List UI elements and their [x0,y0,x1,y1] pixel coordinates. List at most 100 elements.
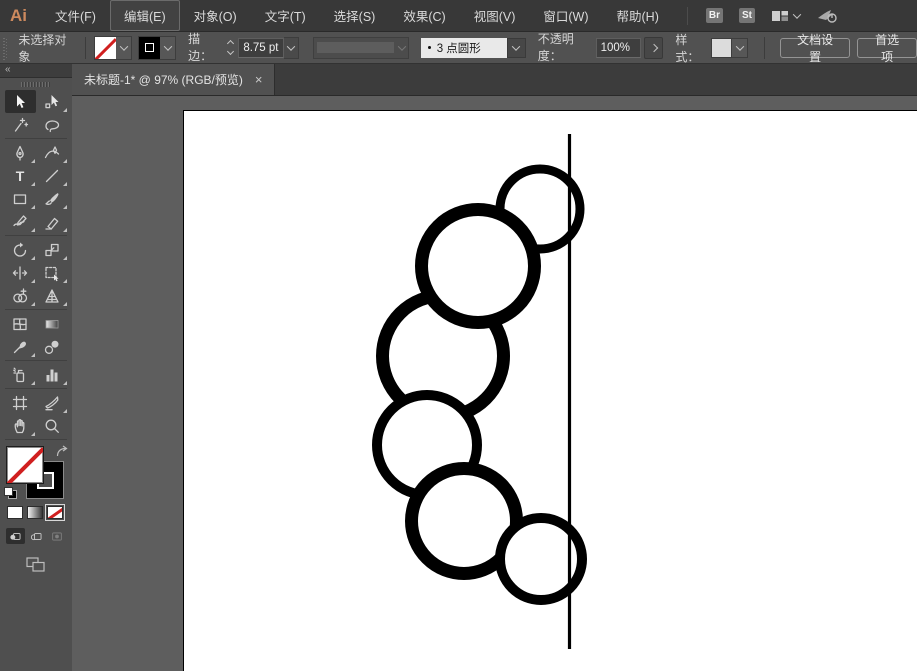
magic-wand-tool[interactable] [5,113,36,136]
hand-tool-icon [11,417,29,435]
scale-tool[interactable] [37,238,68,261]
free-transform-tool[interactable] [37,261,68,284]
flyout-indicator [31,353,35,357]
gradient-tool[interactable] [37,312,68,335]
screen-mode-button[interactable] [0,546,72,583]
close-tab-icon[interactable]: × [255,73,263,86]
column-graph-tool[interactable] [37,363,68,386]
pen-tool[interactable] [5,141,36,164]
graphic-style-dropdown[interactable] [711,38,748,58]
scale-tool-icon [43,241,61,259]
toolpanel-divider [5,235,67,236]
controlbar-divider [85,37,86,59]
shape-builder-tool[interactable] [5,284,36,307]
toolpanel-collapse-button[interactable]: « [0,64,72,78]
menu-items: 文件(F)编辑(E)对象(O)文字(T)选择(S)效果(C)视图(V)窗口(W)… [41,0,673,31]
fill-color-well[interactable] [6,446,44,484]
slice-tool[interactable] [37,391,68,414]
shaper-tool[interactable] [5,210,36,233]
menu-edit[interactable]: 编辑(E) [110,0,180,31]
blend-tool[interactable] [37,335,68,358]
workspace-layout-icon [771,9,789,23]
curvature-tool[interactable] [37,141,68,164]
width-tool[interactable] [5,261,36,284]
artwork-circle-3[interactable] [422,210,535,323]
eyedropper-tool[interactable] [5,335,36,358]
stroke-weight-input[interactable]: 8.75 pt [238,38,283,58]
more-options-button[interactable] [644,37,664,59]
toolpanel-divider [5,360,67,361]
canvas[interactable] [72,96,917,671]
flyout-indicator [31,279,35,283]
symbol-sprayer-tool-icon [11,366,29,384]
eraser-tool[interactable] [37,210,68,233]
stroke-color-dropdown[interactable] [138,36,176,60]
direct-selection-tool[interactable] [37,90,68,113]
menu-view[interactable]: 视图(V) [460,0,530,31]
slice-tool-icon [43,394,61,412]
line-segment-tool[interactable] [37,164,68,187]
flyout-indicator [31,302,35,306]
menu-file[interactable]: 文件(F) [41,0,110,31]
bridge-icon[interactable]: Br [706,8,723,23]
color-button[interactable] [7,506,23,519]
chevron-down-icon [160,37,175,59]
pen-tool-icon [11,144,29,162]
swap-fill-stroke-icon[interactable] [55,445,69,458]
lasso-tool[interactable] [37,113,68,136]
draw-normal-button[interactable] [6,528,25,544]
none-button[interactable] [47,506,63,519]
menu-help[interactable]: 帮助(H) [603,0,673,31]
workspace: « T [0,64,917,671]
stock-icon[interactable]: St [739,8,755,23]
stroke-weight-dropdown[interactable] [284,37,299,59]
stroke-black-swatch [139,37,160,59]
chevron-down-icon [507,38,526,58]
magic-wand-tool-icon [11,116,29,134]
brush-definition-select[interactable]: 3 点圆形 [421,38,526,58]
flyout-indicator [31,228,35,232]
flyout-indicator [31,182,35,186]
opacity-input[interactable]: 100% [596,38,641,58]
stroke-panel-link[interactable]: 描边： [188,30,220,66]
zoom-tool[interactable] [37,414,68,437]
rectangle-tool[interactable] [5,187,36,210]
flyout-indicator [63,182,67,186]
flyout-indicator [63,279,67,283]
controlbar-grip[interactable] [3,36,7,60]
menu-effect[interactable]: 效果(C) [389,0,459,31]
preferences-button[interactable]: 首选项 [857,38,917,58]
opacity-panel-link[interactable]: 不透明度： [538,30,591,66]
brush-name: 3 点圆形 [437,40,481,56]
rotate-tool[interactable] [5,238,36,261]
menu-object[interactable]: 对象(O) [180,0,251,31]
artboard-tool[interactable] [5,391,36,414]
mesh-tool[interactable] [5,312,36,335]
chevron-down-icon [732,38,748,58]
draw-inside-button [47,528,66,544]
menu-window[interactable]: 窗口(W) [529,0,602,31]
draw-behind-button[interactable] [27,528,46,544]
stroke-weight-stepper[interactable] [225,38,236,58]
selection-tool[interactable] [5,90,36,113]
workspace-switcher[interactable] [771,9,800,23]
document-tab[interactable]: 未标题-1* @ 97% (RGB/预览) × [72,64,275,95]
gradient-button[interactable] [27,506,43,519]
gpu-performance-icon[interactable] [816,8,838,24]
menu-select[interactable]: 选择(S) [320,0,390,31]
style-label: 样式： [675,31,707,65]
fill-none-swatch [95,37,116,59]
perspective-grid-tool[interactable] [37,284,68,307]
hand-tool[interactable] [5,414,36,437]
drawing-mode-buttons [0,522,72,546]
fill-color-dropdown[interactable] [94,36,132,60]
default-fill-stroke-icon[interactable] [4,487,17,499]
toolpanel-grip[interactable] [0,78,72,90]
document-setup-button[interactable]: 文档设置 [780,38,850,58]
menu-text[interactable]: 文字(T) [251,0,320,31]
mesh-tool-icon [11,315,29,333]
flyout-indicator [31,205,35,209]
type-tool[interactable]: T [5,164,36,187]
symbol-sprayer-tool[interactable] [5,363,36,386]
paintbrush-tool[interactable] [37,187,68,210]
